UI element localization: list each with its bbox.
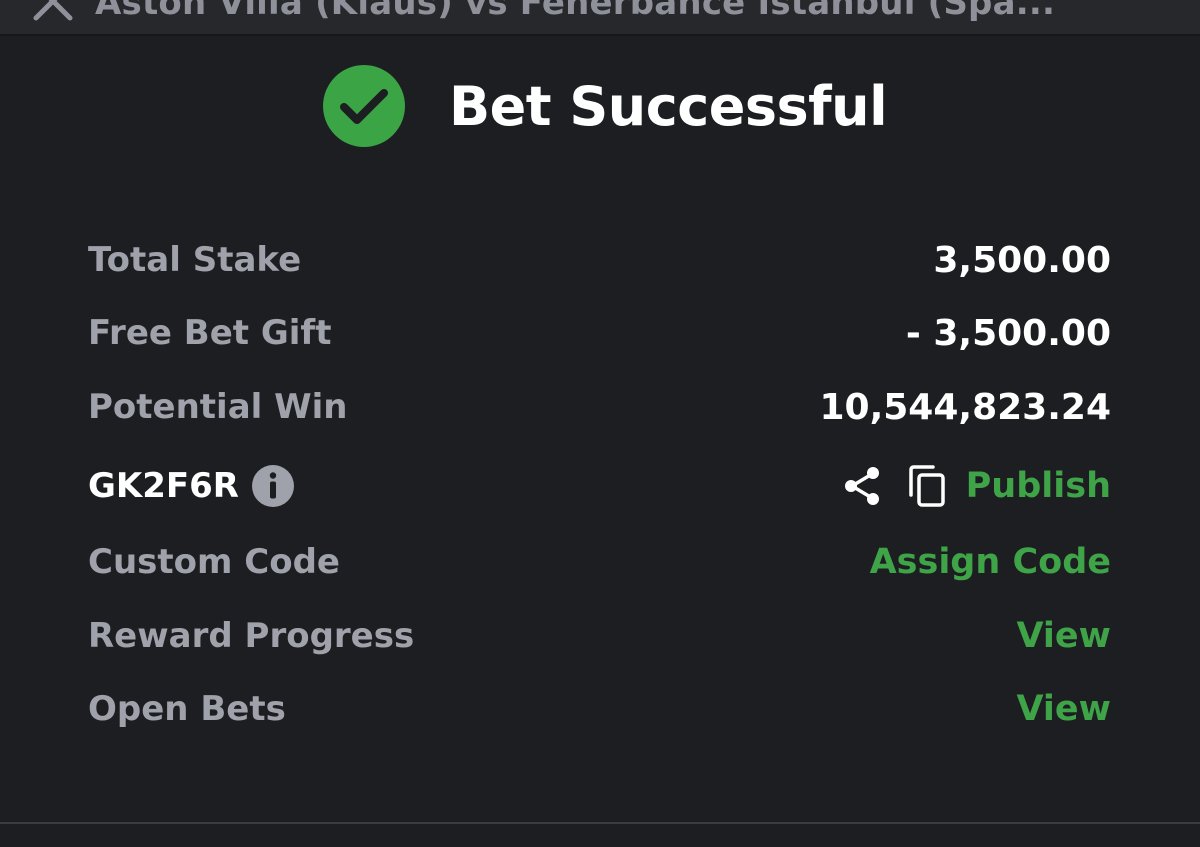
open-bets-label: Open Bets: [88, 689, 286, 729]
free-bet-gift-value: - 3,500.00: [905, 312, 1111, 354]
check-circle-icon: [323, 65, 405, 147]
booking-code-actions: Publish: [842, 465, 1111, 507]
bet-success-header: Bet Successful: [322, 64, 888, 148]
booking-code-row: GK2F6R Publish: [88, 461, 1111, 511]
total-stake-row: Total Stake 3,500.00: [88, 235, 1111, 285]
bottom-area: [0, 824, 1200, 847]
booking-code-group: GK2F6R: [88, 464, 295, 508]
open-bets-row: Open Bets View: [88, 684, 1111, 734]
free-bet-gift-label: Free Bet Gift: [88, 313, 332, 353]
match-title: Aston Villa (Klaus) vs Fenerbahce Istanb…: [95, 0, 1056, 23]
copy-icon[interactable]: [908, 465, 946, 507]
publish-button[interactable]: Publish: [966, 466, 1111, 506]
reward-progress-label: Reward Progress: [88, 616, 415, 656]
close-icon[interactable]: [30, 0, 76, 24]
share-icon[interactable]: [842, 465, 882, 507]
potential-win-row: Potential Win 10,544,823.24: [88, 382, 1111, 432]
custom-code-label: Custom Code: [88, 542, 340, 582]
info-icon[interactable]: [251, 464, 295, 508]
page-title: Bet Successful: [449, 74, 888, 138]
potential-win-label: Potential Win: [88, 387, 348, 427]
total-stake-label: Total Stake: [88, 240, 302, 280]
custom-code-row: Custom Code Assign Code: [88, 537, 1111, 587]
reward-progress-view-button[interactable]: View: [1016, 616, 1111, 656]
open-bets-view-button[interactable]: View: [1016, 689, 1111, 729]
booking-code: GK2F6R: [88, 466, 239, 506]
top-bar: Aston Villa (Klaus) vs Fenerbahce Istanb…: [0, 0, 1200, 34]
total-stake-value: 3,500.00: [933, 239, 1111, 281]
assign-code-button[interactable]: Assign Code: [870, 542, 1111, 582]
potential-win-value: 10,544,823.24: [819, 386, 1111, 428]
free-bet-gift-row: Free Bet Gift - 3,500.00: [88, 308, 1111, 358]
reward-progress-row: Reward Progress View: [88, 611, 1111, 661]
